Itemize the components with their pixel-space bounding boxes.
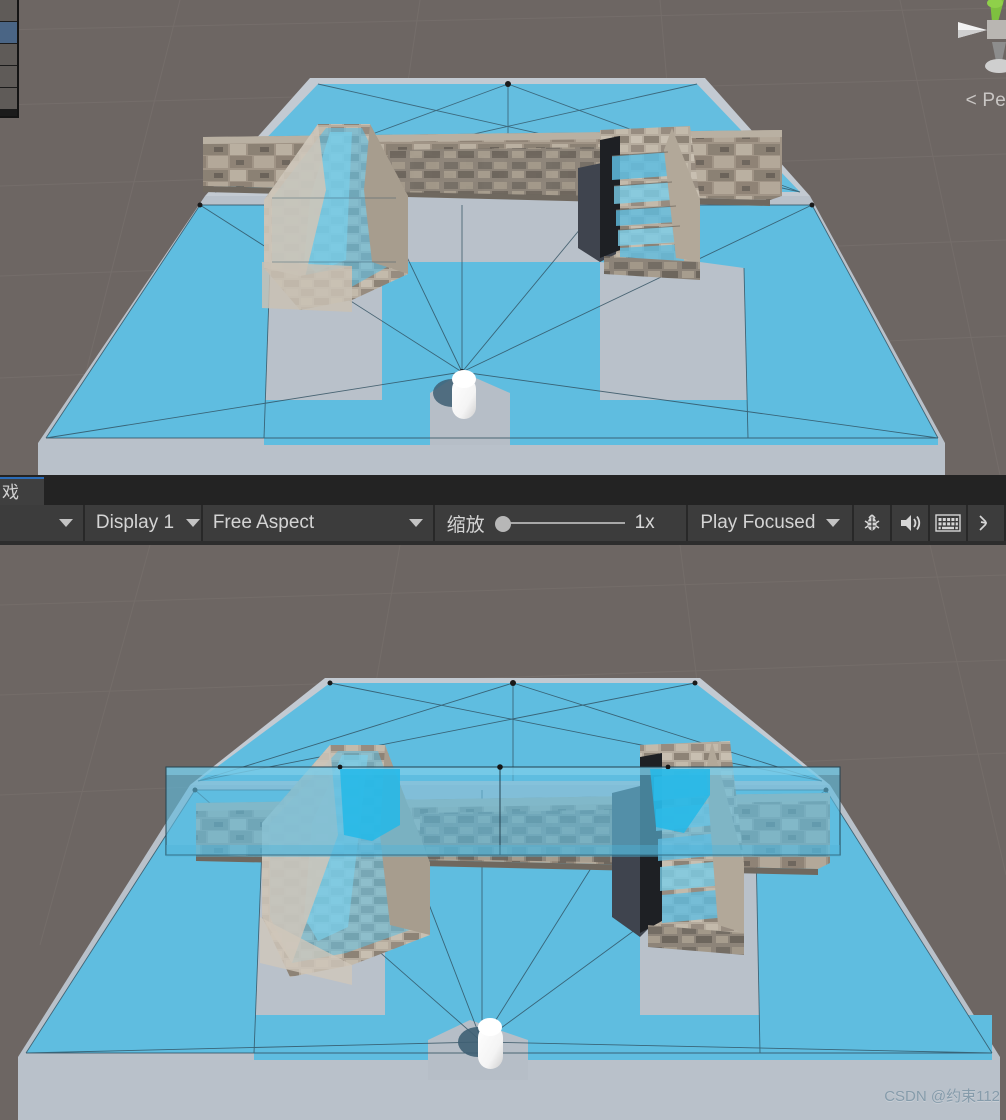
list-item[interactable] xyxy=(0,88,17,110)
aspect-label: Free Aspect xyxy=(212,512,315,533)
scale-slider[interactable] xyxy=(494,516,625,532)
render-mode-dropdown[interactable] xyxy=(0,505,85,541)
scale-value: 1x xyxy=(634,512,655,533)
play-mode-label: Play Focused xyxy=(700,512,816,533)
scene-view-bottom[interactable]: CSDN @约束112 xyxy=(0,545,1006,1120)
bug-icon[interactable] xyxy=(854,505,893,541)
display-label: Display 1 xyxy=(95,512,175,533)
list-item[interactable] xyxy=(0,66,17,88)
chevron-down-icon xyxy=(826,519,841,527)
toolbar-controls-row: Display 1 Free Aspect 缩放 1x Play Focused xyxy=(0,505,1006,541)
scale-label: 缩放 xyxy=(446,514,485,536)
tab-game[interactable]: 戏 xyxy=(0,477,44,505)
tab-strip: 戏 xyxy=(0,475,1006,505)
unity-editor-window: < Pe 戏 Display 1 Free Aspect 缩放 1x Play … xyxy=(0,0,1006,1120)
slider-knob[interactable] xyxy=(494,516,511,532)
hierarchy-panel-clipped[interactable] xyxy=(0,0,19,118)
list-item[interactable] xyxy=(0,0,17,22)
watermark: CSDN @约束112 xyxy=(884,1088,1000,1105)
slider-track xyxy=(506,522,625,524)
game-view-toolbar: 戏 Display 1 Free Aspect 缩放 1x Play Focus… xyxy=(0,475,1006,545)
display-dropdown[interactable]: Display 1 xyxy=(84,505,203,541)
play-mode-dropdown[interactable]: Play Focused xyxy=(688,505,855,541)
gizmos-icon[interactable] xyxy=(968,505,1006,541)
list-item[interactable] xyxy=(0,22,17,44)
aspect-ratio-dropdown[interactable]: Free Aspect xyxy=(202,505,435,541)
toolbar-divider xyxy=(0,541,1006,545)
chevron-down-icon xyxy=(58,519,73,527)
chevron-down-icon xyxy=(408,519,423,527)
scene-grid xyxy=(0,0,1006,475)
speaker-icon[interactable] xyxy=(892,505,931,541)
stats-keyboard-icon[interactable] xyxy=(930,505,969,541)
chevron-down-icon xyxy=(186,519,201,527)
scale-slider-group[interactable]: 缩放 1x xyxy=(434,505,689,541)
scene-view-top[interactable]: < Pe xyxy=(0,0,1006,475)
scene-grid xyxy=(0,545,1006,1120)
list-item[interactable] xyxy=(0,44,17,66)
perspective-label[interactable]: < Pe xyxy=(966,90,1006,112)
